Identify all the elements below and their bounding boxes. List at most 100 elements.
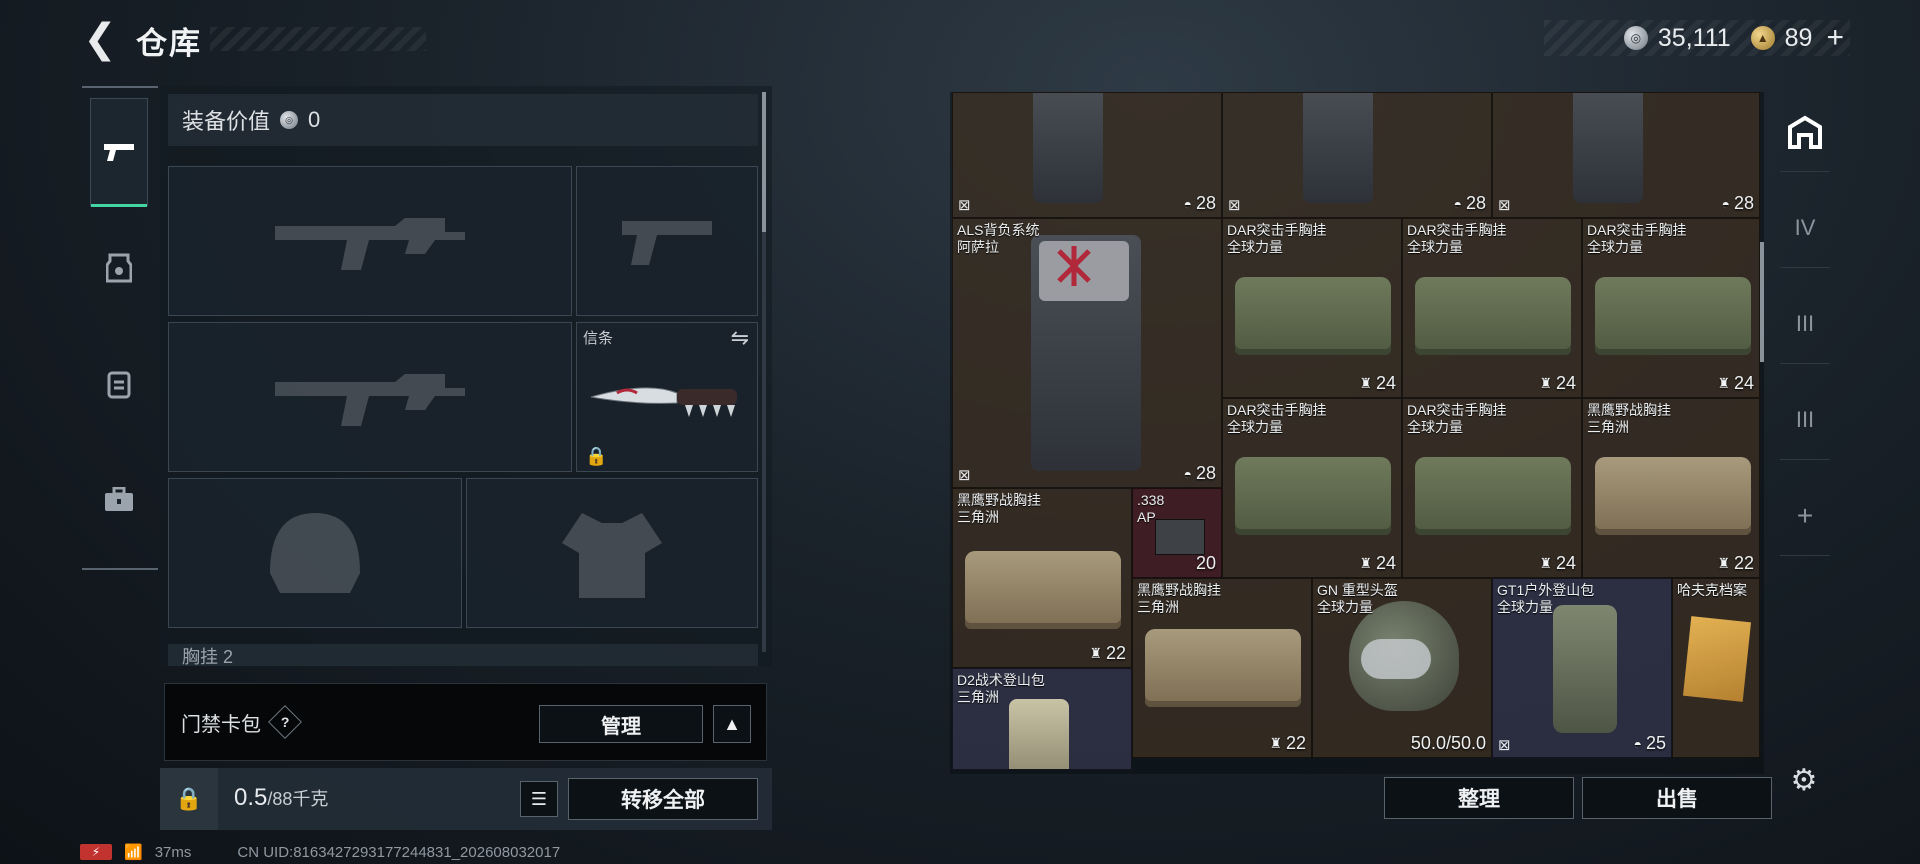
storage-scrollbar[interactable]: [1760, 242, 1764, 362]
secondary-weapon-slot[interactable]: [168, 322, 572, 472]
no-insure-icon: ⊠: [958, 197, 971, 214]
primary-weapon-slot[interactable]: [168, 166, 572, 316]
body-armor-slot[interactable]: [466, 478, 758, 628]
equip-value-header: 装备价值 ◎ 0: [168, 94, 758, 146]
access-card-bar: 门禁卡包 ? 管理 ▲: [164, 683, 767, 761]
storage-item[interactable]: ⊠ ◓ 28: [1222, 92, 1492, 218]
storage-item[interactable]: GT1户外登山包 全球力量 ⊠ ◓ 25: [1492, 578, 1672, 758]
briefcase-icon: [105, 487, 133, 511]
tab-backpack[interactable]: [90, 330, 148, 438]
swap-icon[interactable]: ⇋: [731, 325, 749, 351]
add-storage-tab[interactable]: +: [1780, 476, 1830, 556]
storage-item[interactable]: 黑鹰野战胸挂 三角洲 ♜ 22: [952, 488, 1132, 668]
vest-badge-icon: ♜: [1089, 645, 1102, 661]
settings-button[interactable]: ⚙: [1786, 762, 1822, 798]
gear-icon: ⚙: [1790, 763, 1818, 797]
capacity-bar: 🔒 0.5/88千克 ☰ 转移全部: [160, 768, 772, 830]
storage-item[interactable]: 黑鹰野战胸挂 三角洲 ♜ 22: [1582, 398, 1760, 578]
currency-bar: ◎ 35,111 ▲ 89 +: [1543, 20, 1850, 56]
uid-text: CN UID:8163427293177244831_202608032017: [237, 843, 561, 861]
equip-value-label: 装备价值: [182, 109, 271, 134]
transfer-all-button[interactable]: 转移全部: [568, 778, 758, 820]
ping-value: 37ms: [154, 843, 192, 861]
helmet-badge-icon: ◓: [1183, 465, 1192, 482]
tab-storage-home[interactable]: [1780, 92, 1830, 172]
melee-slot[interactable]: 信条 ⇋ 🔒: [576, 322, 758, 472]
category-tabs: [82, 86, 158, 570]
vest-badge-icon: ♜: [1717, 375, 1730, 391]
no-insure-icon: ⊠: [1498, 737, 1511, 754]
tab-storage-iii-a[interactable]: III: [1780, 284, 1830, 364]
status-line: ⚡ 📶 37ms CN UID:8163427293177244831_2026…: [80, 842, 560, 862]
sort-button[interactable]: 整理: [1384, 777, 1574, 819]
tab-storage-iii-b[interactable]: III: [1780, 380, 1830, 460]
storage-item[interactable]: DAR突击手胸挂 全球力量 ♜ 24: [1582, 218, 1760, 398]
sidearm-slot[interactable]: [576, 166, 758, 316]
silver-coin-icon: ◎: [280, 111, 299, 129]
storage-item[interactable]: DAR突击手胸挂 全球力量 ♜ 24: [1402, 398, 1582, 578]
storage-panel: ⊠ ◓ 28 ⊠ ◓ 28 ⊠ ◓ 28 ALS背负系统 阿萨拉 ⊠ ◓ 28 DAR突击…: [950, 92, 1764, 774]
armor-icon: [106, 253, 132, 283]
storage-item[interactable]: ALS背负系统 阿萨拉 ⊠ ◓ 28: [952, 218, 1222, 488]
helmet-badge-icon: ◓: [1183, 195, 1192, 212]
tab-storage-iv[interactable]: IV: [1780, 188, 1830, 268]
add-currency-button[interactable]: +: [1826, 21, 1844, 55]
weight-max: /88千克: [267, 789, 329, 809]
tab-armor[interactable]: [90, 214, 148, 322]
battery-icon: ⚡: [80, 844, 112, 860]
collapse-button[interactable]: ▲: [713, 705, 751, 743]
item-faction: 阿萨拉: [957, 239, 999, 255]
lock-button[interactable]: 🔒: [160, 768, 218, 830]
silver-balance: 35,111: [1657, 23, 1731, 52]
storage-item[interactable]: ⊠ ◓ 28: [952, 92, 1222, 218]
title-decoration: [210, 27, 426, 51]
helmet-slot[interactable]: [168, 478, 462, 628]
helmet-badge-icon: ◓: [1721, 195, 1730, 212]
no-insure-icon: ⊠: [1498, 197, 1511, 214]
knife-icon: [590, 387, 737, 417]
lock-icon: 🔒: [175, 786, 203, 811]
vest-badge-icon: ♜: [1359, 555, 1372, 571]
helmet-badge-icon: ◓: [1453, 195, 1462, 212]
pistol-icon: [104, 144, 134, 161]
weight-display: 0.5/88千克: [234, 784, 328, 812]
lock-icon: 🔒: [585, 446, 608, 466]
silver-coin-icon: ◎: [1623, 26, 1648, 50]
vest-badge-icon: ♜: [1539, 375, 1552, 391]
storage-item[interactable]: GN 重型头盔 全球力量 50.0/50.0: [1312, 578, 1492, 758]
tab-weapons[interactable]: [90, 98, 148, 207]
chest-rig-section: 胸挂 2: [168, 644, 758, 666]
storage-page-tabs: IV III III +: [1776, 92, 1834, 772]
storage-item[interactable]: 哈夫克档案: [1672, 578, 1760, 758]
storage-item[interactable]: 黑鹰野战胸挂 三角洲 ♜ 22: [1132, 578, 1312, 758]
no-insure-icon: ⊠: [958, 467, 971, 484]
storage-item[interactable]: DAR突击手胸挂 全球力量 ♜ 24: [1222, 398, 1402, 578]
manage-button[interactable]: 管理: [539, 705, 703, 743]
vest-badge-icon: ♜: [1359, 375, 1372, 391]
list-view-button[interactable]: ☰: [520, 781, 558, 817]
helmet-badge-icon: ◓: [1633, 735, 1642, 752]
tab-case[interactable]: [90, 446, 148, 554]
weight-current: 0.5: [234, 784, 268, 811]
storage-grid: ⊠ ◓ 28 ⊠ ◓ 28 ⊠ ◓ 28 ALS背负系统 阿萨拉 ⊠ ◓ 28 DAR突击…: [952, 92, 1760, 770]
no-insure-icon: ⊠: [1228, 197, 1241, 214]
melee-slot-label: 信条: [583, 330, 614, 347]
storage-item[interactable]: DAR突击手胸挂 全球力量 ♜ 24: [1402, 218, 1582, 398]
equip-value: 0: [308, 107, 321, 132]
page-title: 仓库: [136, 26, 202, 61]
wifi-icon: 📶: [124, 844, 143, 861]
gold-coin-icon: ▲: [1750, 26, 1775, 50]
loadout-panel: 装备价值 ◎ 0 信条 ⇋ 🔒 胸挂 2: [160, 86, 772, 686]
storage-item[interactable]: ⊠ ◓ 28: [1492, 92, 1760, 218]
home-icon: [1788, 115, 1822, 149]
storage-item[interactable]: DAR突击手胸挂 全球力量 ♜ 24: [1222, 218, 1402, 398]
storage-item[interactable]: D2战术登山包 三角洲: [952, 668, 1132, 770]
back-button[interactable]: ❮: [82, 17, 118, 61]
help-button[interactable]: ?: [268, 705, 302, 739]
chest-rig-count: 2: [223, 647, 234, 666]
loadout-scrollbar[interactable]: [762, 92, 766, 652]
storage-item[interactable]: .338 AP 20: [1132, 488, 1222, 578]
sell-button[interactable]: 出售: [1582, 777, 1772, 819]
backpack-icon: [107, 371, 131, 399]
chevron-up-icon: ▲: [723, 713, 741, 734]
